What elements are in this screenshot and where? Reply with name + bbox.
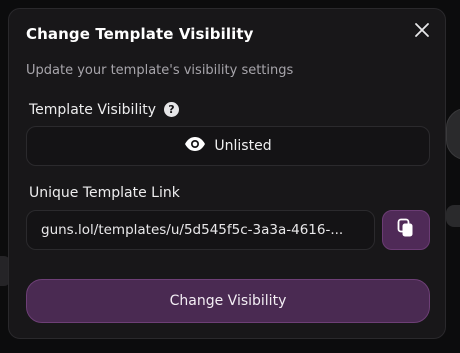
eye-icon xyxy=(184,136,206,156)
help-icon[interactable]: ? xyxy=(164,102,179,117)
visibility-select[interactable]: Unlisted xyxy=(26,126,430,166)
template-link-field[interactable]: guns.lol/templates/u/5d545f5c-3a3a-4616-… xyxy=(26,210,375,250)
change-visibility-button[interactable]: Change Visibility xyxy=(26,279,430,323)
dialog-title: Change Template Visibility xyxy=(26,25,254,43)
visibility-label: Template Visibility xyxy=(29,102,157,118)
close-icon[interactable] xyxy=(413,21,431,39)
change-visibility-dialog: Change Template Visibility Update your t… xyxy=(8,8,446,339)
copy-link-button[interactable] xyxy=(382,210,430,250)
dialog-subtitle: Update your template's visibility settin… xyxy=(26,63,294,78)
template-link-label: Unique Template Link xyxy=(29,185,180,201)
copy-icon xyxy=(397,218,415,242)
template-link-value: guns.lol/templates/u/5d545f5c-3a3a-4616-… xyxy=(41,222,344,238)
background-fragment xyxy=(446,205,460,227)
change-visibility-button-label: Change Visibility xyxy=(169,293,287,309)
visibility-selected-value: Unlisted xyxy=(214,138,272,154)
